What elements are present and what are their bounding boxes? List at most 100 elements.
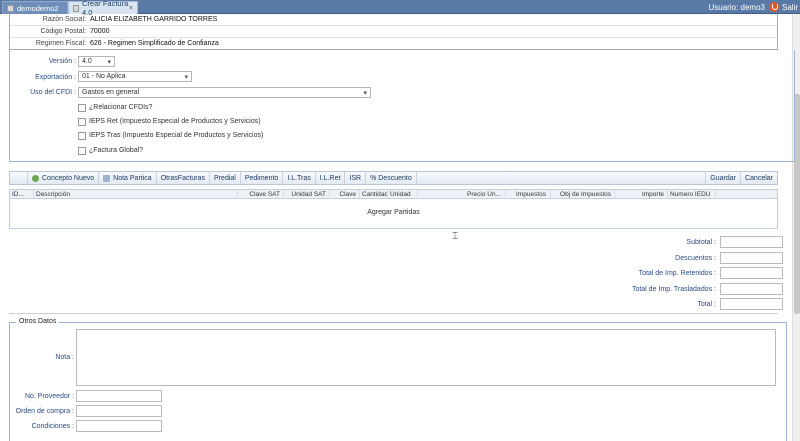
imp-retenidos-label: Total de Imp. Retenidos : xyxy=(638,270,716,277)
close-icon[interactable]: × xyxy=(129,5,133,12)
exportacion-select[interactable]: 01 - No Aplica ▾ xyxy=(78,71,192,82)
predial-button[interactable]: Predial xyxy=(210,172,241,184)
concepto-nuevo-button[interactable]: Concepto Nuevo xyxy=(28,172,100,184)
no-proveedor-input[interactable] xyxy=(76,390,162,402)
codigo-postal-value: 70000 xyxy=(90,27,110,35)
divider xyxy=(9,313,778,314)
power-icon[interactable] xyxy=(768,2,779,12)
uso-cfdi-select[interactable]: Gastos en general ▾ xyxy=(78,87,371,98)
chevron-down-icon: ▾ xyxy=(184,74,188,81)
regimen-label: Regimen Fiscal: xyxy=(35,39,86,47)
text-cursor-icon: ⌶ xyxy=(452,231,458,242)
guardar-button[interactable]: Guardar xyxy=(705,172,740,184)
button-label: Guardar xyxy=(710,174,736,182)
button-label: Predial xyxy=(214,174,236,182)
descuento-button[interactable]: % Descuento xyxy=(366,172,417,184)
emisor-panel: Razón Social: ALICIA ELIZABETH GARRIDO T… xyxy=(9,14,778,50)
check-label: ¿Relacionar CFDIs? xyxy=(89,104,153,111)
tab-icon xyxy=(73,4,79,12)
column-header[interactable]: Clave xyxy=(330,190,360,199)
subtotal-field[interactable] xyxy=(720,236,783,248)
column-header[interactable]: Importe xyxy=(615,190,668,199)
imp-retenidos-field[interactable] xyxy=(720,267,783,279)
pedimento-button[interactable]: Pedimento xyxy=(241,172,284,184)
user-area: Usuario: demo3 Salir xyxy=(708,0,798,14)
button-label: Pedimento xyxy=(244,174,279,182)
button-label: OtrasFacturas xyxy=(160,174,206,182)
items-grid-body: Agregar Partidas xyxy=(9,199,778,229)
toolbar-spacer xyxy=(10,172,28,184)
no-proveedor-label: No. Proveedor : xyxy=(24,393,74,400)
il-tras-button[interactable]: I.L.Tras xyxy=(283,172,316,184)
tab-crear-factura[interactable]: Crear Factura 4.0 × xyxy=(68,0,138,17)
tab-icon xyxy=(7,4,14,12)
condiciones-label: Condiciones : xyxy=(31,423,74,430)
isr-button[interactable]: ISR xyxy=(345,172,367,184)
column-header[interactable]: Descripción xyxy=(34,190,238,199)
cancelar-button[interactable]: Cancelar xyxy=(739,172,777,184)
regimen-value: 626 - Regimen Simplificado de Confianza xyxy=(90,39,219,47)
column-header[interactable]: Clave SAT xyxy=(238,190,284,199)
button-label: I.L.Tras xyxy=(287,174,311,182)
check-factura-global[interactable]: ¿Factura Global? xyxy=(78,145,143,156)
razon-social-value: ALICIA ELIZABETH GARRIDO TORRES xyxy=(90,16,218,23)
version-value: 4.0 xyxy=(82,58,92,65)
descuentos-label: Descuentos : xyxy=(675,255,716,262)
version-select[interactable]: 4.0 ▾ xyxy=(78,56,115,67)
razon-social-row: Razón Social: ALICIA ELIZABETH GARRIDO T… xyxy=(10,14,777,25)
items-toolbar: Concepto Nuevo Nota Partica OtrasFactura… xyxy=(9,171,778,185)
imp-trasladados-field[interactable] xyxy=(720,283,783,295)
uso-cfdi-value: Gastos en general xyxy=(82,89,140,96)
column-header[interactable]: ID... xyxy=(10,190,34,199)
checkbox[interactable] xyxy=(78,103,86,112)
column-header[interactable]: Unidad SAT xyxy=(284,190,330,199)
user-label: Usuario: demo3 xyxy=(708,2,765,12)
checkbox[interactable] xyxy=(78,146,86,155)
orden-compra-label: Orden de compra : xyxy=(15,408,74,415)
check-label: IEPS Ret (Impuesto Especial de Productos… xyxy=(89,118,261,125)
check-ieps-tras[interactable]: IEPS Tras (Impuesto Especial de Producto… xyxy=(78,130,263,141)
tab-label: demodemo2 xyxy=(17,3,59,13)
codigo-postal-row: Código Postal: 70000 xyxy=(10,25,777,36)
chevron-down-icon: ▾ xyxy=(107,59,111,66)
checkbox[interactable] xyxy=(78,117,86,126)
toolbar-right: Guardar Cancelar xyxy=(705,172,777,184)
condiciones-input[interactable] xyxy=(76,420,162,432)
top-bar: demodemo2 Crear Factura 4.0 × Usuario: d… xyxy=(0,0,800,17)
imp-trasladados-label: Total de Imp. Trasladados : xyxy=(631,286,716,293)
chevron-down-icon: ▾ xyxy=(363,90,367,97)
razon-social-label: Razón Social: xyxy=(42,16,86,23)
exportacion-label: Exportación : xyxy=(35,74,76,81)
otras-facturas-button[interactable]: OtrasFacturas xyxy=(157,172,211,184)
column-header[interactable]: Numero IEDU xyxy=(668,190,716,199)
column-header[interactable]: Obj de Impuestos xyxy=(551,190,615,199)
add-items-placeholder[interactable]: Agregar Partidas xyxy=(10,209,777,216)
total-field[interactable] xyxy=(720,298,783,310)
logout-link[interactable]: Salir xyxy=(782,3,798,12)
nota-partica-button[interactable]: Nota Partica xyxy=(99,172,157,184)
uso-cfdi-label: Uso del CFDI : xyxy=(30,89,76,96)
column-header[interactable]: Precio Un... xyxy=(418,190,506,199)
nota-textarea[interactable] xyxy=(76,329,776,386)
check-label: ¿Factura Global? xyxy=(89,147,144,154)
descuentos-field[interactable] xyxy=(720,252,783,264)
check-ieps-ret[interactable]: IEPS Ret (Impuesto Especial de Productos… xyxy=(78,116,261,127)
button-label: ISR xyxy=(349,174,362,182)
otros-datos-legend: Otros Datos xyxy=(16,318,60,325)
total-label: Total : xyxy=(697,301,716,308)
column-header[interactable]: Impuestos xyxy=(506,190,551,199)
note-icon xyxy=(103,174,111,182)
il-ret-button[interactable]: I.L.Ret xyxy=(316,172,346,184)
tab-demodemo2[interactable]: demodemo2 xyxy=(2,1,68,14)
column-header[interactable]: Cantidad xyxy=(360,190,388,199)
column-header[interactable]: Unidad xyxy=(388,190,418,199)
checkbox[interactable] xyxy=(78,131,86,140)
button-label: Nota Partica xyxy=(113,174,152,182)
button-label: Cancelar xyxy=(744,174,773,182)
items-grid-header: ID... Descripción Clave SAT Unidad SAT C… xyxy=(9,189,778,199)
check-relacionar[interactable]: ¿Relacionar CFDIs? xyxy=(78,102,152,113)
codigo-postal-label: Código Postal: xyxy=(40,27,86,35)
regimen-row: Regimen Fiscal: 626 - Regimen Simplifica… xyxy=(10,37,777,48)
check-label: IEPS Tras (Impuesto Especial de Producto… xyxy=(89,132,264,139)
orden-compra-input[interactable] xyxy=(76,405,162,417)
